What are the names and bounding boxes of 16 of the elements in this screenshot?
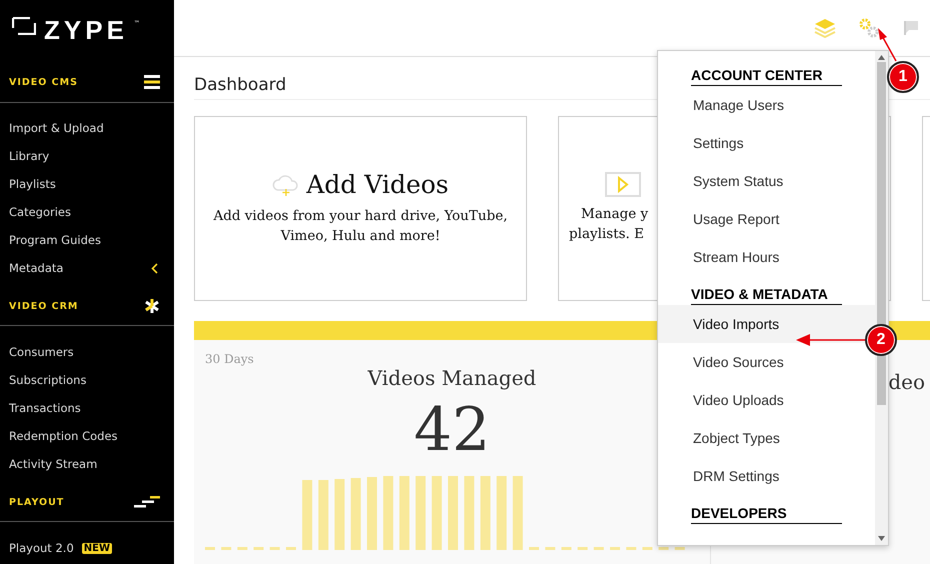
logo-text: ZYPE bbox=[44, 17, 128, 43]
stat-title: Videos Managed bbox=[368, 366, 536, 390]
section-heading: PLAYOUT bbox=[9, 496, 64, 508]
section-heading: VIDEO CMS bbox=[9, 76, 78, 88]
stat-title: deo bbox=[888, 370, 925, 396]
card-title: Add Videos bbox=[306, 170, 449, 200]
callout-number: 1 bbox=[887, 61, 919, 93]
new-badge: NEW bbox=[82, 542, 112, 554]
period-label: 30 Days bbox=[205, 352, 254, 366]
card-description: playlists. E bbox=[569, 225, 644, 244]
card-description: Add videos from your hard drive, YouTube, Vimeo, Hulu and more! bbox=[212, 207, 509, 246]
menu-heading: ACCOUNT CENTER bbox=[691, 67, 842, 86]
stat-value: 42 bbox=[414, 400, 490, 460]
card-description: Manage y bbox=[581, 205, 648, 224]
menu-heading: DEVELOPERS bbox=[691, 505, 842, 524]
section-heading: VIDEO CRM bbox=[9, 300, 78, 312]
